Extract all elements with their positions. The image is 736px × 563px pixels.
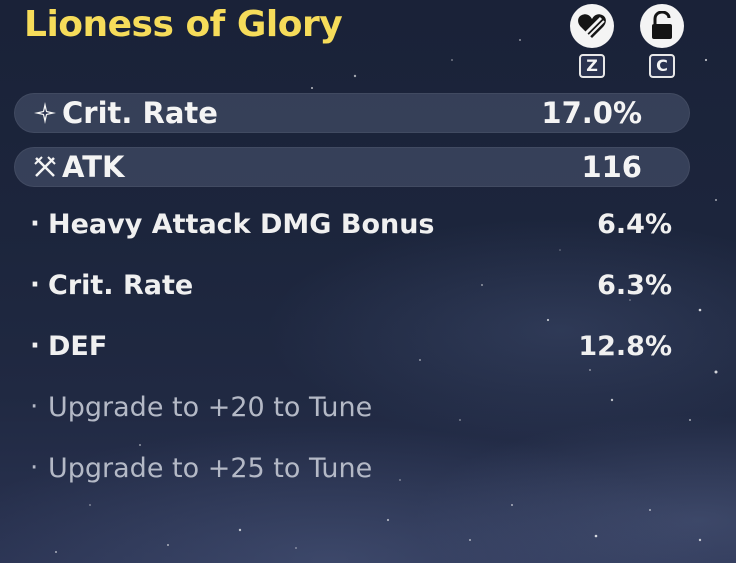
locked-stat-row: · Upgrade to +20 to Tune <box>30 387 672 427</box>
locked-stat-hint: Upgrade to +25 to Tune <box>48 452 373 484</box>
main-stat-value: 17.0% <box>541 96 642 130</box>
sub-stat-row: · DEF 12.8% <box>30 326 672 366</box>
main-stat-row: ATK 116 <box>14 147 690 187</box>
main-stat-row: Crit. Rate 17.0% <box>14 93 690 133</box>
bullet: · <box>30 209 40 239</box>
bullet: · <box>30 270 40 300</box>
lock-action[interactable]: C <box>638 4 686 78</box>
sub-stat-row: · Crit. Rate 6.3% <box>30 265 672 305</box>
sub-stat-value: 6.4% <box>597 208 672 240</box>
sub-stat-name: Heavy Attack DMG Bonus <box>48 208 435 240</box>
sub-stat-name: Crit. Rate <box>48 269 194 301</box>
sub-stat-value: 6.3% <box>597 269 672 301</box>
lock-button[interactable] <box>640 4 684 48</box>
crit-star-icon <box>30 98 60 128</box>
main-stat-name: ATK <box>62 150 125 184</box>
bullet: · <box>30 331 40 361</box>
item-title: Lioness of Glory <box>24 4 343 45</box>
heart-icon <box>578 14 606 39</box>
favorite-button[interactable] <box>570 4 614 48</box>
main-stat-value: 116 <box>581 150 642 184</box>
locked-stat-hint: Upgrade to +20 to Tune <box>48 391 373 423</box>
favorite-hotkey: Z <box>579 54 605 78</box>
locked-stat-row: · Upgrade to +25 to Tune <box>30 448 672 488</box>
sub-stat-name: DEF <box>48 330 108 362</box>
sub-stat-value: 12.8% <box>578 330 672 362</box>
sub-stat-row: · Heavy Attack DMG Bonus 6.4% <box>30 204 672 244</box>
crossed-swords-icon <box>30 152 60 182</box>
main-stat-name: Crit. Rate <box>62 96 218 130</box>
lock-icon <box>652 11 672 39</box>
favorite-action[interactable]: Z <box>568 4 616 78</box>
bullet: · <box>30 392 39 422</box>
bullet: · <box>30 453 39 483</box>
lock-hotkey: C <box>649 54 675 78</box>
